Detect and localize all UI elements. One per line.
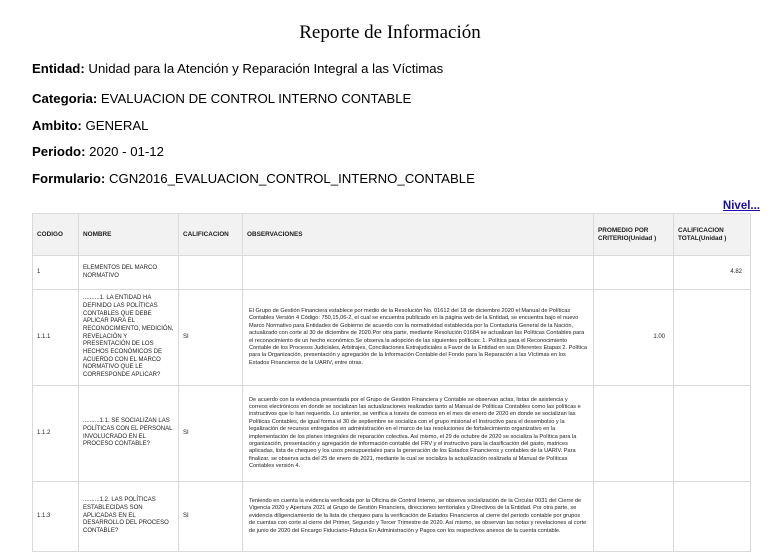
entidad-value: Unidad para la Atención y Reparación Int… bbox=[88, 61, 444, 76]
cell-total bbox=[673, 289, 751, 386]
header-observaciones: OBSERVACIONES bbox=[242, 213, 594, 256]
table-header-row: CODIGO NOMBRE CALIFICACION OBSERVACIONES… bbox=[32, 213, 751, 256]
cell-nombre: ..........1.1. SE SOCIALIZAN LAS POLÍTIC… bbox=[78, 385, 179, 482]
periodo-label: Periodo: bbox=[32, 144, 86, 159]
cell-calificacion: SI bbox=[178, 481, 243, 552]
table-row: 1.1.2 ..........1.1. SE SOCIALIZAN LAS P… bbox=[32, 385, 751, 482]
header-calificacion: CALIFICACION bbox=[178, 213, 243, 256]
entidad-label: Entidad: bbox=[32, 61, 85, 76]
cell-promedio: 1.00 bbox=[593, 289, 674, 386]
cell-promedio bbox=[593, 385, 674, 482]
cell-observaciones: El Grupo de Gestión Financiera establece… bbox=[242, 289, 594, 386]
entidad-line: Entidad: Unidad para la Atención y Repar… bbox=[32, 61, 443, 76]
cell-codigo: 1 bbox=[32, 255, 79, 290]
header-promedio: PROMEDIO POR CRITERIO(Unidad ) bbox=[593, 213, 674, 256]
cell-promedio bbox=[593, 255, 674, 290]
formulario-value: CGN2016_EVALUACION_CONTROL_INTERNO_CONTA… bbox=[108, 171, 475, 186]
nivel-link[interactable]: Nivel... bbox=[723, 200, 760, 212]
formulario-line: Formulario: CGN2016_EVALUACION_CONTROL_I… bbox=[32, 171, 475, 186]
cell-total bbox=[673, 481, 751, 552]
cell-calificacion: SI bbox=[178, 289, 243, 386]
ambito-label: Ambito: bbox=[32, 118, 82, 133]
cell-nombre: ..........1. LA ENTIDAD HA DEFINIDO LAS … bbox=[78, 289, 179, 386]
cell-nombre: ELEMENTOS DEL MARCO NORMATIVO bbox=[78, 255, 179, 290]
header-codigo: CODIGO bbox=[32, 213, 79, 256]
categoria-value: EVALUACION DE CONTROL INTERNO CONTABLE bbox=[100, 91, 412, 106]
cell-codigo: 1.1.3 bbox=[32, 481, 79, 552]
cell-observaciones: De acuerdo con la evidencia presentada p… bbox=[242, 385, 594, 482]
table-row: 1 ELEMENTOS DEL MARCO NORMATIVO 4.82 bbox=[32, 255, 751, 290]
cell-promedio bbox=[593, 481, 674, 552]
report-table: CODIGO NOMBRE CALIFICACION OBSERVACIONES… bbox=[32, 213, 751, 552]
ambito-value: GENERAL bbox=[85, 118, 149, 133]
categoria-line: Categoria: EVALUACION DE CONTROL INTERNO… bbox=[32, 91, 411, 106]
periodo-value: 2020 - 01-12 bbox=[89, 144, 164, 159]
cell-calificacion bbox=[178, 255, 243, 290]
table-row: 1.1.1 ..........1. LA ENTIDAD HA DEFINID… bbox=[32, 289, 751, 386]
cell-codigo: 1.1.2 bbox=[32, 385, 79, 482]
cell-calificacion: SI bbox=[178, 385, 243, 482]
cell-observaciones bbox=[242, 255, 594, 290]
periodo-line: Periodo: 2020 - 01-12 bbox=[32, 144, 164, 159]
cell-nombre: ..........1.2. LAS POLÍTICAS ESTABLECIDA… bbox=[78, 481, 179, 552]
cell-total: 4.82 bbox=[673, 255, 751, 290]
formulario-label: Formulario: bbox=[32, 171, 106, 186]
table-row: 1.1.3 ..........1.2. LAS POLÍTICAS ESTAB… bbox=[32, 481, 751, 552]
cell-codigo: 1.1.1 bbox=[32, 289, 79, 386]
report-title: Reporte de Información bbox=[299, 22, 481, 43]
ambito-line: Ambito: GENERAL bbox=[32, 118, 149, 133]
header-total: CALIFICACION TOTAL(Unidad ) bbox=[673, 213, 751, 256]
cell-observaciones: Teniendo en cuenta la evidencia verifica… bbox=[242, 481, 594, 552]
cell-total bbox=[673, 385, 751, 482]
categoria-label: Categoria: bbox=[32, 91, 98, 106]
header-nombre: NOMBRE bbox=[78, 213, 179, 256]
